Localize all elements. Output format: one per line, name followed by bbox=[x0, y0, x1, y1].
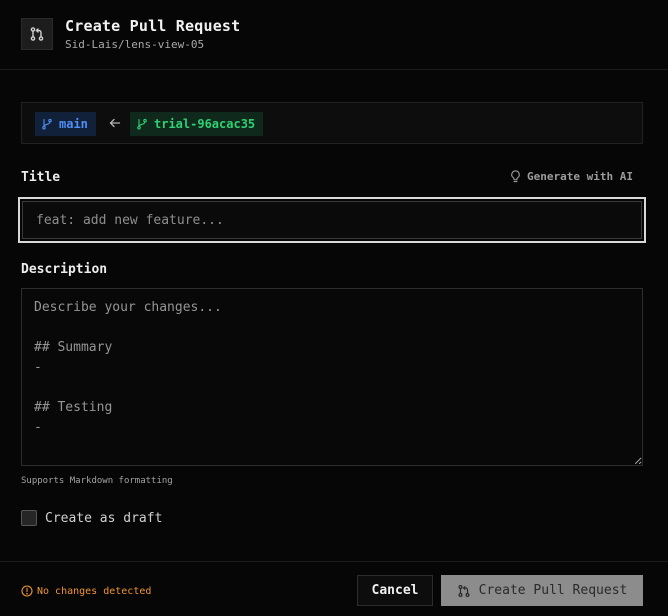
dialog-header: Create Pull Request Sid-Lais/lens-view-0… bbox=[0, 0, 668, 70]
base-branch-name: main bbox=[59, 117, 88, 131]
base-branch-chip[interactable]: main bbox=[35, 112, 96, 136]
create-pull-request-label: Create Pull Request bbox=[478, 583, 628, 598]
lightbulb-icon bbox=[511, 170, 520, 183]
create-pull-request-button[interactable]: Create Pull Request bbox=[441, 575, 643, 606]
title-input[interactable] bbox=[22, 201, 642, 239]
head-branch-chip[interactable]: trial-96acac35 bbox=[130, 112, 264, 136]
git-branch-icon bbox=[137, 118, 147, 130]
git-branch-icon bbox=[42, 118, 52, 130]
pull-request-icon bbox=[458, 584, 470, 597]
status-text: No changes detected bbox=[37, 585, 152, 597]
title-label: Title bbox=[21, 170, 61, 185]
status-message: No changes detected bbox=[21, 585, 151, 597]
arrow-left-icon bbox=[107, 114, 123, 132]
head-branch-name: trial-96acac35 bbox=[154, 117, 256, 131]
repository-name: Sid-Lais/lens-view-05 bbox=[65, 38, 205, 51]
description-textarea[interactable] bbox=[21, 288, 643, 466]
draft-option[interactable]: Create as draft bbox=[21, 510, 162, 526]
dialog-title: Create Pull Request bbox=[65, 17, 241, 35]
generate-with-ai-button[interactable]: Generate with AI bbox=[510, 170, 633, 183]
alert-circle-icon bbox=[21, 585, 33, 597]
pull-request-icon bbox=[21, 18, 53, 50]
dialog-footer: No changes detected Cancel Create Pull R… bbox=[0, 561, 668, 616]
draft-label: Create as draft bbox=[45, 510, 163, 526]
markdown-hint: Supports Markdown formatting bbox=[21, 476, 173, 486]
draft-checkbox[interactable] bbox=[21, 510, 37, 526]
description-label: Description bbox=[21, 262, 108, 277]
generate-with-ai-label: Generate with AI bbox=[527, 170, 633, 183]
branch-selector: main trial-96acac35 bbox=[21, 102, 643, 144]
title-input-wrapper bbox=[18, 197, 646, 243]
cancel-button[interactable]: Cancel bbox=[357, 575, 433, 606]
